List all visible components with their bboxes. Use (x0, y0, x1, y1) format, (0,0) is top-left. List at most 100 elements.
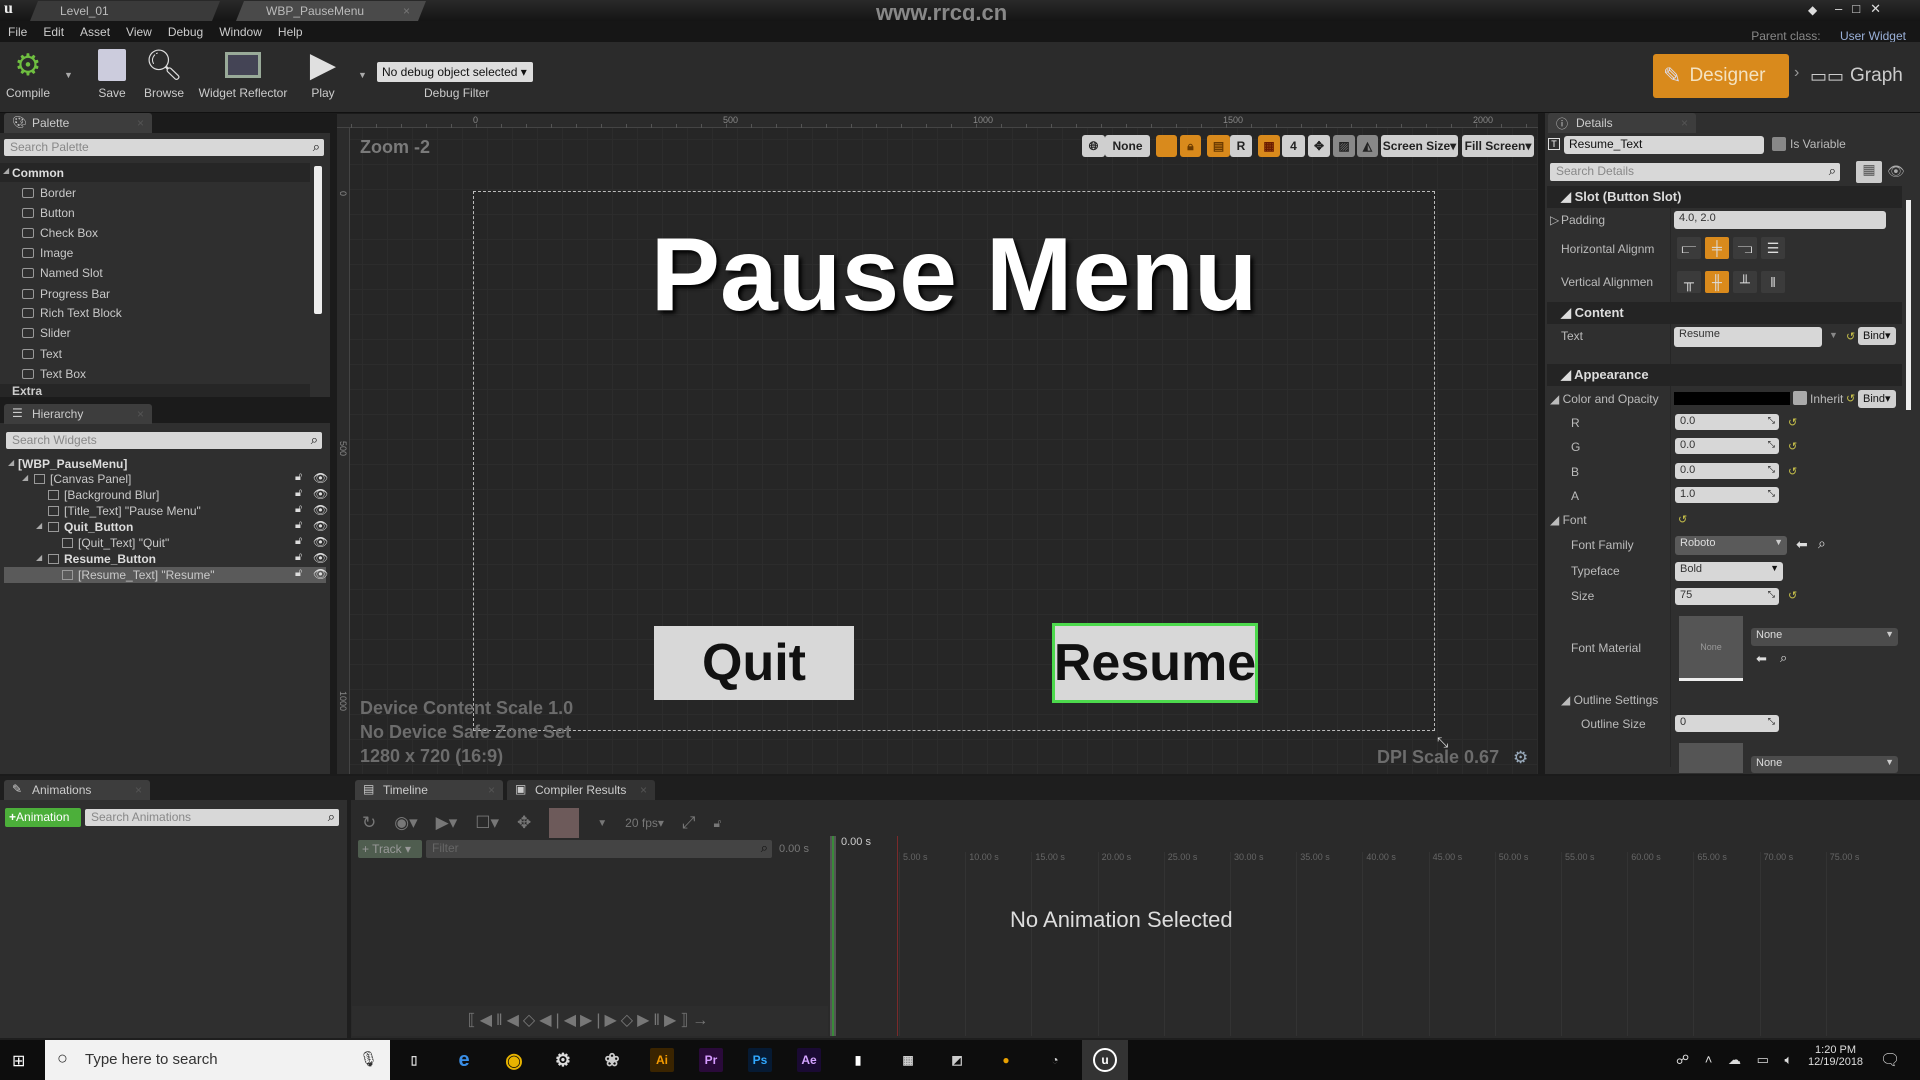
respect-locks-icon[interactable]: ▤ (1207, 135, 1230, 157)
visibility-eye-icon[interactable]: 👁︎ (313, 471, 328, 485)
align-middle-icon[interactable]: ╫ (1705, 271, 1729, 293)
save-button[interactable]: Save (92, 42, 132, 100)
lock-icon[interactable]: 🔓︎ (295, 503, 302, 516)
details-tab[interactable]: ⓘ Details × (1548, 113, 1696, 133)
lock-icon[interactable]: 🔓︎ (295, 519, 302, 532)
align-right-icon[interactable]: ⫎ (1733, 237, 1757, 259)
palette-search-input[interactable]: Search Palette ⌕ (4, 139, 324, 156)
outline-material-thumbnail[interactable] (1679, 743, 1743, 773)
learn-icon[interactable]: ◆ (1808, 3, 1817, 17)
camera-icon[interactable]: ◉▾ (394, 813, 417, 833)
expand-arrow-icon[interactable]: ◢ (22, 473, 28, 482)
palette-item-named-slot[interactable]: Named Slot (0, 263, 310, 283)
menu-file[interactable]: File (0, 21, 35, 43)
use-selected-arrow-icon[interactable]: ⬅ (1796, 536, 1808, 553)
reset-icon[interactable]: ↺ (1846, 392, 1855, 405)
lock-icon[interactable]: 🔓︎ (295, 551, 302, 564)
lock-icon[interactable]: 🔓︎ (295, 471, 302, 484)
expand-arrow-icon[interactable]: ◢ (8, 458, 14, 467)
a-input[interactable]: 1.0 ⤡ (1675, 487, 1779, 503)
b-spin-icon[interactable]: ⤡ (1768, 464, 1775, 475)
tab-level[interactable]: Level_01 (30, 1, 220, 21)
compiler-results-tab[interactable]: ▣ Compiler Results × (507, 780, 655, 800)
fps-dropdown[interactable]: 20 fps (625, 816, 658, 830)
widget-design-area[interactable]: Pause Menu Quit Resume (473, 191, 1435, 731)
section-content[interactable]: ◢ Content (1547, 302, 1902, 324)
b-input[interactable]: 0.0 ⤡ (1675, 463, 1779, 479)
background-image-icon[interactable]: ▨ (1333, 135, 1355, 157)
outline-size-input[interactable]: 0 ⤡ (1675, 715, 1779, 732)
palette-item-button[interactable]: Button (0, 203, 310, 223)
transform-icon[interactable]: ✥ (517, 813, 531, 833)
align-fill-icon[interactable]: ☰ (1761, 237, 1785, 259)
visibility-eye-icon[interactable]: 👁︎ (313, 535, 328, 549)
reset-icon[interactable]: ↺ (1846, 330, 1855, 343)
browse-search-icon[interactable]: ⌕ (1818, 535, 1826, 552)
text-bind-button[interactable]: Bind▾ (1858, 327, 1896, 345)
fill-screen-dropdown[interactable]: Fill Screen ▾ (1462, 135, 1534, 157)
reset-icon[interactable]: ↺ (1788, 465, 1797, 478)
reset-icon[interactable]: ↺ (1788, 589, 1797, 602)
taskbar-search-input[interactable]: ○ Type here to search 🎙︎ (45, 1040, 390, 1080)
section-appearance[interactable]: ◢ Appearance (1547, 364, 1902, 386)
close-icon[interactable]: × (640, 783, 647, 797)
palette-tab[interactable]: 🎨︎ Palette × (4, 113, 152, 133)
chevron-down-icon[interactable]: ▼ (597, 818, 607, 829)
visibility-eye-icon[interactable]: 👁︎ (1887, 163, 1905, 180)
notifications-icon[interactable]: 🗨︎ (1880, 1050, 1900, 1070)
quit-button-widget[interactable]: Quit (654, 626, 854, 700)
add-animation-button[interactable]: +Animation (5, 808, 81, 827)
task-view-icon[interactable]: ▯ (402, 1048, 426, 1072)
hierarchy-row[interactable]: [Background Blur] 🔓︎ 👁︎ (4, 487, 328, 503)
palette-item-border[interactable]: Border (0, 183, 310, 203)
designer-mode-button[interactable]: ✎ Designer (1653, 54, 1789, 98)
color-bind-button[interactable]: Bind▾ (1858, 390, 1896, 408)
palette-item-image[interactable]: Image (0, 243, 310, 263)
r-spin-icon[interactable]: ⤡ (1768, 415, 1775, 426)
menu-edit[interactable]: Edit (35, 21, 72, 43)
hierarchy-row[interactable]: ◢ [Canvas Panel] 🔓︎ 👁︎ (4, 471, 328, 487)
reset-icon[interactable]: ↺ (1788, 416, 1797, 429)
align-fill-vertical-icon[interactable]: ‖ (1761, 271, 1785, 293)
size-input[interactable]: 75 ⤡ (1675, 588, 1779, 605)
play-button[interactable]: ▶ Play (300, 42, 346, 100)
refresh-icon[interactable]: ↻ (362, 813, 376, 833)
widget-reflector-button[interactable]: Widget Reflector (196, 42, 290, 100)
edge-icon[interactable]: e (452, 1048, 476, 1072)
culture-dropdown[interactable]: None (1105, 135, 1150, 157)
premiere-icon[interactable]: Pr (699, 1048, 723, 1072)
outline-toggle[interactable] (1156, 135, 1177, 157)
align-bottom-icon[interactable]: ╨ (1733, 271, 1757, 293)
app-icon[interactable]: ▦ (896, 1048, 920, 1072)
lock-icon[interactable]: 🔓︎ (714, 816, 722, 831)
close-icon[interactable]: × (137, 407, 144, 421)
localization-preview-icon[interactable]: 🌐︎ (1082, 135, 1105, 157)
close-icon[interactable]: × (1681, 116, 1688, 130)
grid-snap-icon[interactable]: ▦ (1258, 135, 1280, 157)
play-options-chevron-icon[interactable]: ▼ (358, 70, 367, 80)
section-slot[interactable]: ◢ Slot (Button Slot) (1547, 186, 1902, 208)
window-controls[interactable]: –□✕ (1835, 1, 1891, 17)
visibility-eye-icon[interactable]: 👁︎ (313, 503, 328, 517)
file-icon[interactable]: ▮ (846, 1048, 870, 1072)
hierarchy-row[interactable]: [Resume_Text] "Resume" 🔓︎ 👁︎ (4, 567, 328, 583)
menu-help[interactable]: Help (270, 21, 311, 43)
photoshop-icon[interactable]: Ps (748, 1048, 772, 1072)
tab-widget-blueprint[interactable]: WBP_PauseMenu × (236, 1, 426, 21)
font-material-thumbnail[interactable]: None (1679, 616, 1743, 681)
grid-size-dropdown[interactable]: 4 (1282, 135, 1305, 157)
menu-window[interactable]: Window (211, 21, 270, 43)
play-forward-icon[interactable]: ▶ (580, 1012, 596, 1029)
use-selected-arrow-icon[interactable]: ⬅ (1756, 651, 1767, 667)
expand-arrow-icon[interactable]: ▷ (1550, 213, 1559, 227)
step-back-icon[interactable]: ◀| (539, 1012, 563, 1029)
hierarchy-tab[interactable]: ☰ Hierarchy × (4, 404, 152, 424)
hierarchy-row[interactable]: [Quit_Text] "Quit" 🔓︎ 👁︎ (4, 535, 328, 551)
align-left-icon[interactable]: ⫍ (1677, 237, 1701, 259)
hierarchy-search-input[interactable]: Search Widgets ⌕ (6, 432, 322, 449)
track-filter-input[interactable]: Filter ⌕ (426, 840, 772, 858)
palette-item-check-box[interactable]: Check Box (0, 223, 310, 243)
play-options-icon[interactable]: ▶▾ (436, 813, 458, 833)
visibility-eye-icon[interactable]: 👁︎ (313, 551, 328, 565)
add-track-button[interactable]: + Track ▾ (358, 840, 422, 858)
